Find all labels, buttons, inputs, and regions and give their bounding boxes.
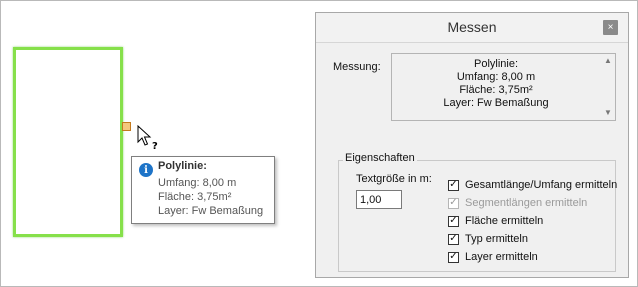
tooltip-title: Polylinie: bbox=[158, 160, 207, 172]
eigenschaften-legend: Eigenschaften bbox=[343, 152, 417, 164]
checkbox-segmentlaengen: ✓ Segmentlängen ermitteln bbox=[448, 196, 587, 210]
scroll-up-icon[interactable]: ▲ bbox=[604, 56, 612, 65]
measurement-result-box[interactable]: Polylinie: Umfang: 8,00 m Fläche: 3,75m²… bbox=[391, 53, 616, 121]
result-line: Fläche: 3,75m² bbox=[459, 84, 533, 96]
checkbox-gesamtlaenge[interactable]: ✓ Gesamtlänge/Umfang ermitteln bbox=[448, 178, 617, 192]
checkbox-typ[interactable]: ✓ Typ ermitteln bbox=[448, 232, 528, 246]
checkbox-layer[interactable]: ✓ Layer ermitteln bbox=[448, 250, 538, 264]
checkmark-icon[interactable]: ✓ bbox=[448, 233, 459, 245]
result-scrollbar[interactable]: ▲ ▼ bbox=[601, 54, 615, 120]
info-icon: i bbox=[139, 163, 153, 177]
messen-panel: Messen × Messung: Polylinie: Umfang: 8,0… bbox=[315, 12, 629, 278]
measure-tooltip: i Polylinie: Umfang: 8,00 m Fläche: 3,75… bbox=[131, 156, 275, 224]
svg-text:?: ? bbox=[152, 141, 158, 151]
result-line: Polylinie: bbox=[473, 58, 519, 70]
messung-label: Messung: bbox=[333, 61, 381, 73]
checkbox-label: Segmentlängen ermitteln bbox=[465, 197, 588, 209]
close-button[interactable]: × bbox=[603, 20, 618, 35]
result-line: Layer: Fw Bemaßung bbox=[443, 97, 549, 109]
tooltip-layer: Layer: Fw Bemaßung bbox=[158, 205, 264, 217]
checkmark-icon[interactable]: ✓ bbox=[448, 251, 459, 263]
checkbox-label: Layer ermitteln bbox=[465, 251, 538, 263]
selected-polyline[interactable] bbox=[13, 47, 123, 237]
measurement-result-text: Polylinie: Umfang: 8,00 m Fläche: 3,75m²… bbox=[392, 58, 600, 110]
window-frame: ? i Polylinie: Umfang: 8,00 m Fläche: 3,… bbox=[0, 0, 638, 287]
checkmark-icon[interactable]: ✓ bbox=[448, 179, 459, 191]
checkbox-label: Gesamtlänge/Umfang ermitteln bbox=[465, 179, 618, 191]
drawing-canvas[interactable]: ? i Polylinie: Umfang: 8,00 m Fläche: 3,… bbox=[1, 1, 313, 286]
checkbox-flaeche[interactable]: ✓ Fläche ermitteln bbox=[448, 214, 543, 228]
scroll-down-icon[interactable]: ▼ bbox=[604, 108, 612, 117]
panel-title: Messen bbox=[447, 19, 497, 35]
panel-header[interactable]: Messen × bbox=[316, 13, 628, 43]
measure-cursor-icon: ? bbox=[137, 125, 158, 151]
checkmark-icon[interactable]: ✓ bbox=[448, 215, 459, 227]
textsize-label: Textgröße in m: bbox=[356, 173, 432, 185]
result-line: Umfang: 8,00 m bbox=[456, 71, 536, 83]
checkmark-icon: ✓ bbox=[448, 197, 459, 209]
textsize-input[interactable] bbox=[356, 190, 402, 209]
checkbox-label: Typ ermitteln bbox=[465, 233, 528, 245]
tooltip-umfang: Umfang: 8,00 m bbox=[158, 177, 237, 189]
checkbox-label: Fläche ermitteln bbox=[465, 215, 544, 227]
polyline-grip[interactable] bbox=[122, 122, 131, 131]
tooltip-flaeche: Fläche: 3,75m² bbox=[158, 191, 232, 203]
